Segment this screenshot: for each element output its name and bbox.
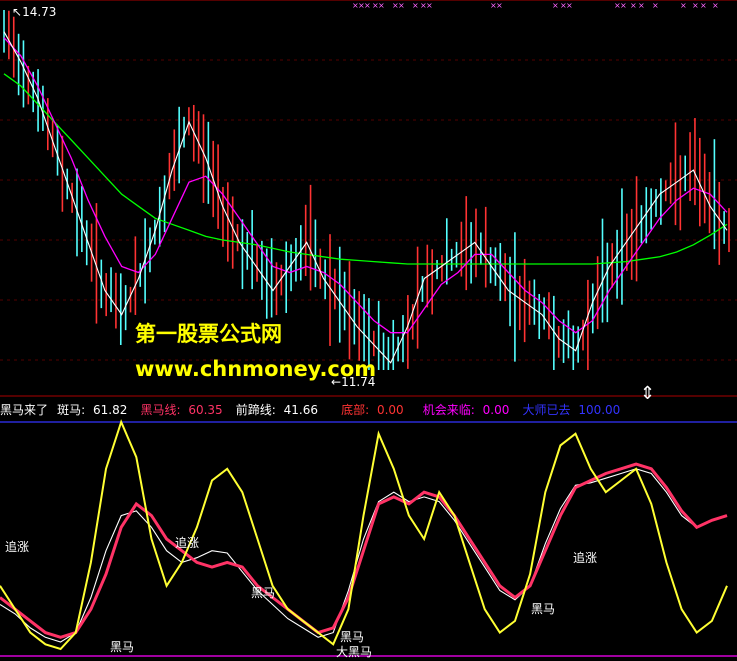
signal-label: 黑马: [340, 630, 365, 644]
ma-short-line: [3, 31, 728, 364]
indicator-title-bar: 黑马来了 斑马: 61.82 黑马线: 60.35 前蹄线: 41.66 底部:…: [0, 399, 737, 417]
top-marker: ×: [566, 1, 573, 10]
top-marker: ×: [552, 1, 559, 10]
indicator-item-master-gone: 大师已去 100.00: [522, 403, 621, 417]
top-marker: ×: [630, 1, 637, 10]
top-marker: ×: [712, 1, 719, 10]
indicator-item-forehoof-line: 前蹄线: 41.66: [235, 403, 318, 417]
moving-average-lines: [3, 31, 728, 364]
signal-label: 黑马: [531, 602, 556, 616]
top-marker: ×: [398, 1, 405, 10]
ma-long-line: [3, 73, 728, 265]
top-marker: ×: [638, 1, 645, 10]
top-marker: ×: [364, 1, 371, 10]
top-marker: ×: [680, 1, 687, 10]
top-marker: ×: [620, 1, 627, 10]
oscillator-red-line: [0, 462, 728, 639]
top-marker: ×: [412, 1, 419, 10]
watermark-url: www.chnmoney.com: [135, 357, 377, 381]
indicator-name: 黑马来了: [0, 403, 49, 417]
signal-label: 黑马: [251, 586, 276, 600]
top-marker: ×: [700, 1, 707, 10]
top-marker: ×: [426, 1, 433, 10]
top-signal-markers: × × × × × × × × × × × × × × × × × × × × × × × ×: [352, 1, 719, 10]
high-price-value: 14.73: [22, 5, 57, 19]
signal-label: 追涨: [5, 540, 30, 554]
top-marker: ×: [652, 1, 659, 10]
top-marker: ×: [378, 1, 385, 10]
top-marker: ×: [496, 1, 503, 10]
high-price-marker: ↖14.73: [12, 5, 56, 19]
oscillator-yellow-line: [0, 419, 728, 651]
signal-label: 黑马: [110, 640, 135, 654]
signal-label: 大黑马: [336, 645, 373, 659]
stock-chart: × × × × × × × × × × × × × × × × × × × × × × × ×: [0, 0, 737, 657]
signal-label: 追涨: [175, 536, 200, 550]
indicator-item-bottom: 底部: 0.00: [341, 403, 404, 417]
oscillator-lines: [0, 419, 728, 651]
indicator-item-opportunity: 机会来临: 0.00: [422, 403, 510, 417]
candlesticks: [3, 10, 730, 370]
signal-label: 追涨: [573, 551, 598, 565]
watermark-title: 第一股票公式网: [135, 322, 282, 346]
high-arrow-icon: ↖: [12, 5, 23, 19]
indicator-item-blackhorse-line: 黑马线: 60.35: [140, 403, 223, 417]
top-marker: ×: [692, 1, 699, 10]
indicator-item-zebra: 斑马: 61.82: [57, 403, 128, 417]
